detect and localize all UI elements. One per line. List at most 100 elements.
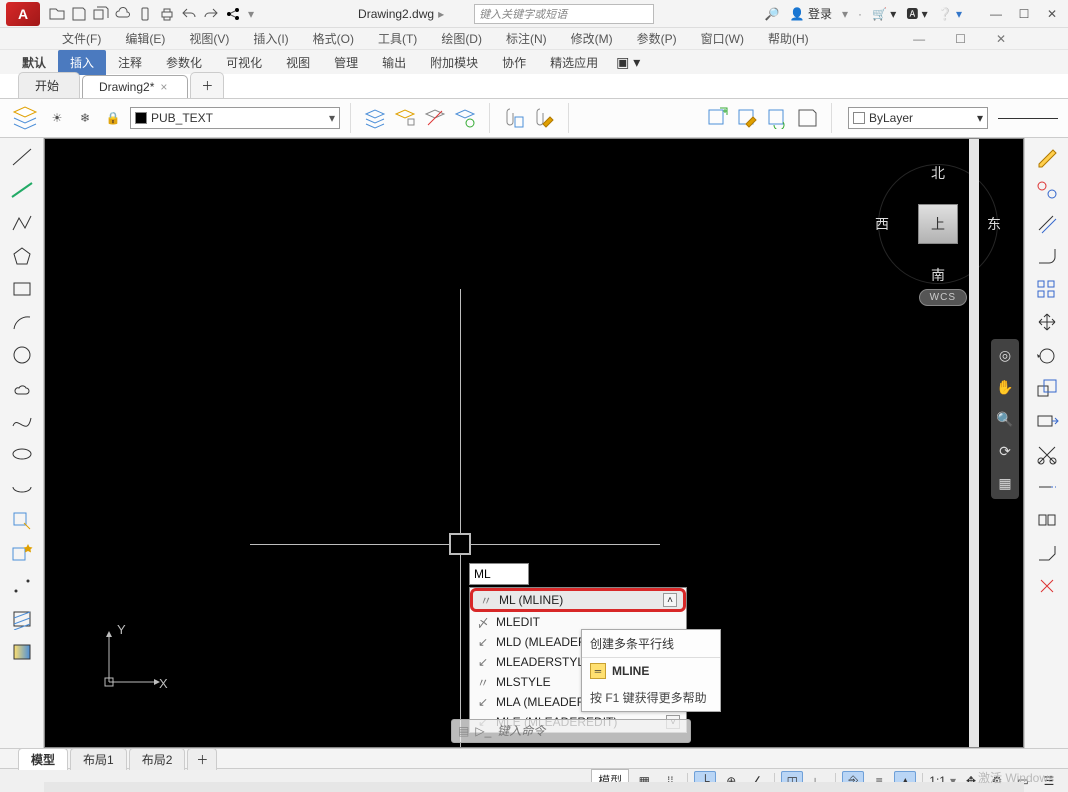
- spline-tool[interactable]: [5, 406, 39, 436]
- layer-combo[interactable]: PUB_TEXT ▾: [130, 107, 340, 129]
- menu-window[interactable]: 窗口(W): [689, 27, 756, 50]
- doc-min-icon[interactable]: —: [901, 29, 937, 49]
- polyline-tool[interactable]: [5, 208, 39, 238]
- tab-view[interactable]: 视图: [274, 50, 322, 75]
- layers-isolate-icon[interactable]: [451, 104, 479, 132]
- app-icon[interactable]: 🅰 ▾: [906, 5, 927, 22]
- viewcube-top-face[interactable]: 上: [918, 204, 958, 244]
- minimize-button[interactable]: —: [986, 6, 1006, 22]
- tab-param[interactable]: 参数化: [154, 50, 214, 75]
- tab-manage[interactable]: 管理: [322, 50, 370, 75]
- layer-props-button[interactable]: [10, 103, 40, 133]
- explode-tool[interactable]: [1030, 571, 1064, 601]
- customize-icon[interactable]: ☰: [1038, 771, 1060, 791]
- menu-modify[interactable]: 修改(M): [559, 27, 625, 50]
- rectangle-tool[interactable]: [5, 274, 39, 304]
- create-block-icon[interactable]: [703, 104, 731, 132]
- sync-block-icon[interactable]: [763, 104, 791, 132]
- tab-output[interactable]: 输出: [370, 50, 418, 75]
- nav-showmotion-icon[interactable]: ▦: [995, 473, 1015, 493]
- tab-featured[interactable]: 精选应用: [538, 50, 610, 75]
- hatch-tool[interactable]: [5, 604, 39, 634]
- qat-redo-icon[interactable]: [200, 3, 222, 25]
- nav-orbit-icon[interactable]: ⟳: [995, 441, 1015, 461]
- horizontal-scrollbar[interactable]: [44, 782, 1024, 792]
- circle-tool[interactable]: [5, 340, 39, 370]
- tab-insert[interactable]: 插入: [58, 50, 106, 75]
- mirror-tool[interactable]: [1030, 175, 1064, 205]
- layers-off-icon[interactable]: [421, 104, 449, 132]
- xline-tool[interactable]: [5, 175, 39, 205]
- insert-tool[interactable]: [5, 505, 39, 535]
- qat-cloud-icon[interactable]: [112, 3, 134, 25]
- command-line[interactable]: ▤ ▷_: [451, 719, 691, 743]
- doc-close-icon[interactable]: ✕: [984, 29, 1018, 49]
- file-tab-add[interactable]: ＋: [190, 72, 224, 98]
- menu-insert[interactable]: 插入(I): [241, 27, 300, 50]
- app-logo[interactable]: A: [6, 2, 40, 26]
- file-tab-start[interactable]: 开始: [18, 72, 80, 98]
- dynamic-input[interactable]: [469, 563, 529, 585]
- rotate-tool[interactable]: [1030, 340, 1064, 370]
- menu-param[interactable]: 参数(P): [625, 27, 689, 50]
- ellipse-tool[interactable]: [5, 439, 39, 469]
- autocomplete-item-ml[interactable]: 〃ML (MLINE)˄: [470, 588, 686, 612]
- qat-save-icon[interactable]: [68, 3, 90, 25]
- qat-open-icon[interactable]: [46, 3, 68, 25]
- viewcube-east[interactable]: 东: [987, 214, 1001, 234]
- expand-icon[interactable]: ˄: [663, 593, 677, 607]
- vertical-scrollbar[interactable]: [969, 139, 979, 747]
- menu-edit[interactable]: 编辑(E): [113, 27, 177, 50]
- maximize-button[interactable]: ☐: [1014, 6, 1034, 22]
- ribbon-collapse-icon[interactable]: ▣ ▾: [616, 54, 640, 71]
- menu-tools[interactable]: 工具(T): [366, 27, 429, 50]
- qat-share-icon[interactable]: [222, 3, 244, 25]
- binoculars-icon[interactable]: 🔎: [765, 7, 780, 21]
- tab-layout1[interactable]: 布局1: [70, 748, 127, 770]
- gradient-tool[interactable]: [5, 637, 39, 667]
- layers-stack-icon[interactable]: [361, 104, 389, 132]
- menu-view[interactable]: 视图(V): [177, 27, 241, 50]
- close-tab-icon[interactable]: ×: [160, 80, 167, 94]
- arc-tool[interactable]: [5, 307, 39, 337]
- pencil-tool[interactable]: [1030, 142, 1064, 172]
- drawing-canvas[interactable]: 北 南 西 东 上 WCS ◎ ✋ 🔍 ⟳ ▦ 〃ML (MLINE)˄ 〆ML…: [44, 138, 1024, 748]
- tab-visualize[interactable]: 可视化: [214, 50, 274, 75]
- close-button[interactable]: ✕: [1042, 6, 1062, 22]
- qat-print-icon[interactable]: [156, 3, 178, 25]
- tab-layout2[interactable]: 布局2: [129, 748, 186, 770]
- trim-tool[interactable]: [1030, 439, 1064, 469]
- ellipse-arc-tool[interactable]: [5, 472, 39, 502]
- qat-undo-icon[interactable]: [178, 3, 200, 25]
- cmdline-input[interactable]: [497, 724, 684, 738]
- line-tool[interactable]: [5, 142, 39, 172]
- tab-default[interactable]: 默认: [10, 50, 58, 75]
- menu-format[interactable]: 格式(O): [301, 27, 366, 50]
- layer-state-icon[interactable]: ☀: [46, 107, 68, 129]
- tab-collab[interactable]: 协作: [490, 50, 538, 75]
- clip-insert-icon[interactable]: [500, 104, 528, 132]
- menu-file[interactable]: 文件(F): [50, 27, 113, 50]
- search-input[interactable]: 键入关键字或短语: [474, 4, 654, 24]
- wcs-badge[interactable]: WCS: [919, 289, 967, 306]
- clip-edit-icon[interactable]: [530, 104, 558, 132]
- layer-freeze-icon[interactable]: ❄: [74, 107, 96, 129]
- block-star-tool[interactable]: [5, 538, 39, 568]
- help-icon[interactable]: ❔ ▾: [938, 7, 962, 21]
- nav-pan-icon[interactable]: ✋: [995, 377, 1015, 397]
- color-combo[interactable]: ByLayer ▾: [848, 107, 988, 129]
- polygon-tool[interactable]: [5, 241, 39, 271]
- chamfer-tool[interactable]: [1030, 538, 1064, 568]
- ucs-icon[interactable]: Y X: [97, 622, 169, 697]
- revcloud-tool[interactable]: [5, 373, 39, 403]
- layers-lock-icon[interactable]: [391, 104, 419, 132]
- viewcube[interactable]: 北 南 西 东 上: [873, 159, 1003, 289]
- viewcube-south[interactable]: 南: [931, 265, 945, 285]
- viewcube-west[interactable]: 西: [875, 214, 889, 234]
- nav-wheel-icon[interactable]: ◎: [995, 345, 1015, 365]
- menu-dim[interactable]: 标注(N): [494, 27, 559, 50]
- cmdline-history-icon[interactable]: ▤: [458, 724, 469, 738]
- viewcube-north[interactable]: 北: [931, 163, 945, 183]
- qat-saveall-icon[interactable]: [90, 3, 112, 25]
- menu-help[interactable]: 帮助(H): [756, 27, 821, 50]
